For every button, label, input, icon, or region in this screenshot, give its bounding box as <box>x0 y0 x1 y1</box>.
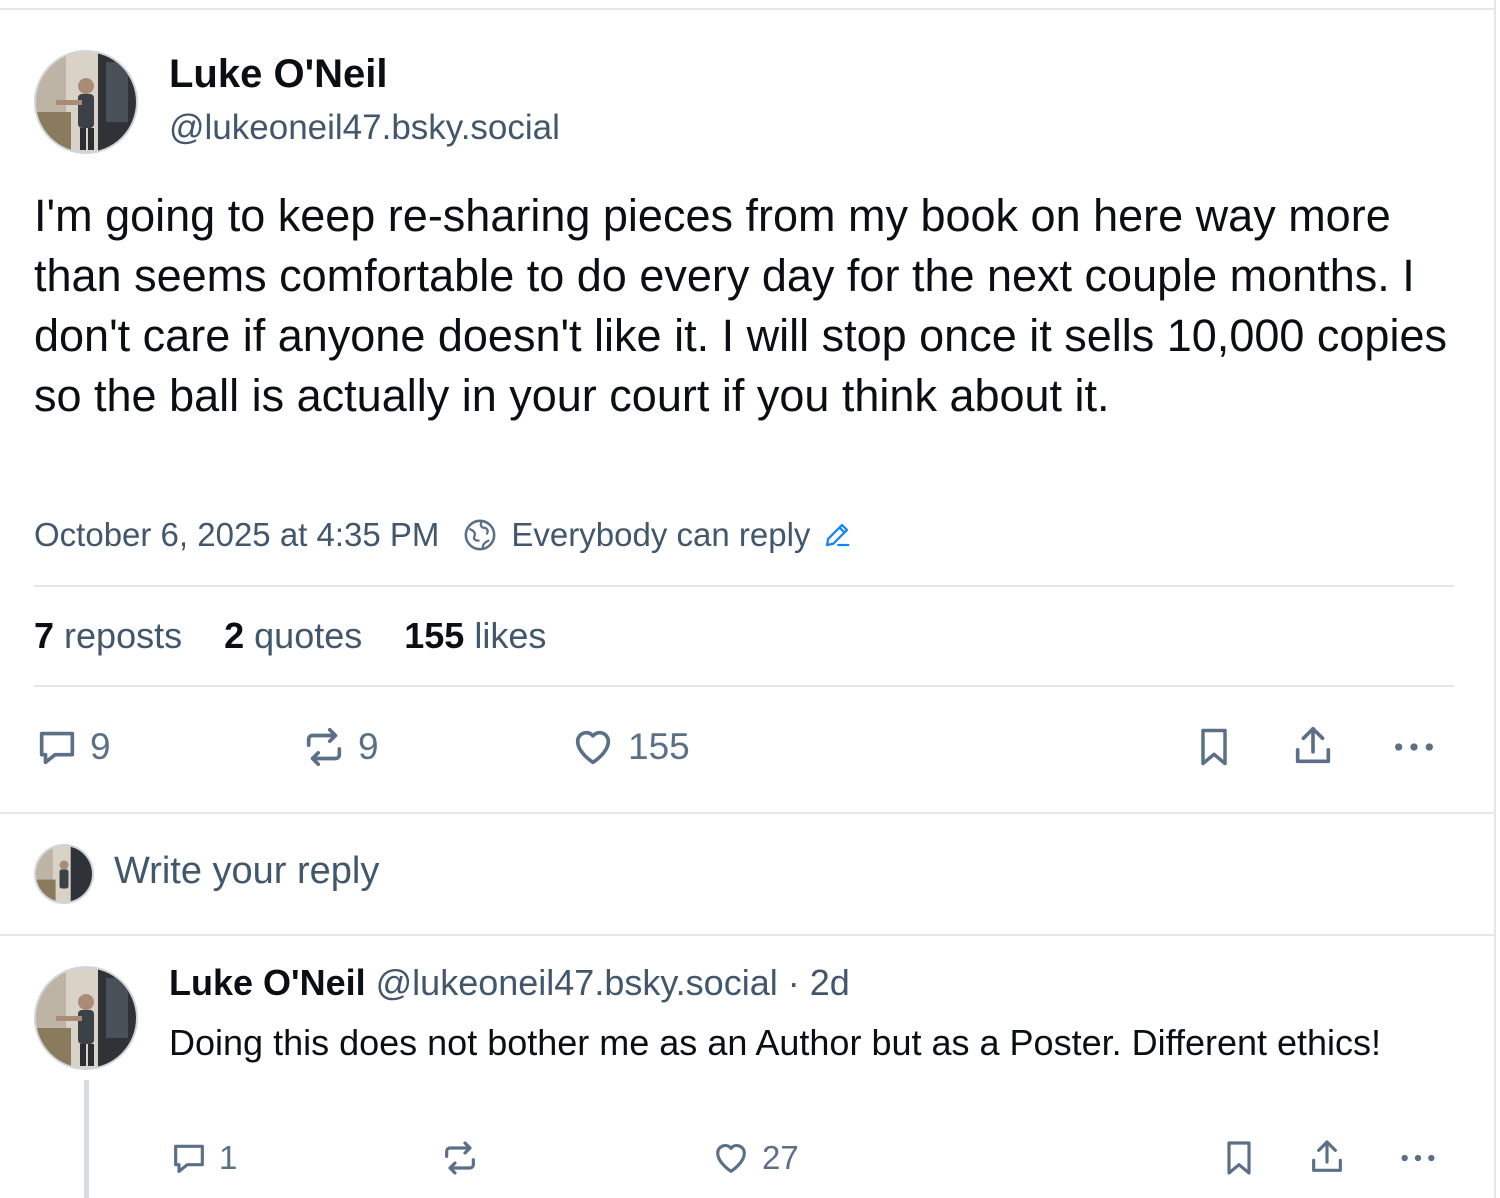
like-button[interactable]: 155 <box>568 724 690 770</box>
reply-author-name[interactable]: Luke O'Neil <box>169 962 366 1003</box>
heart-icon <box>716 1143 746 1173</box>
repost-count: 9 <box>358 726 379 767</box>
heart-icon <box>575 730 611 765</box>
post-text: I'm going to keep re-sharing pieces from… <box>34 190 1447 421</box>
stats-divider <box>34 685 1454 687</box>
likes-stat[interactable]: 155 likes <box>404 615 546 657</box>
reply-more-options-button[interactable] <box>1396 1138 1440 1178</box>
top-divider <box>0 8 1496 10</box>
like-count: 155 <box>628 726 690 767</box>
pencil-icon[interactable] <box>822 520 852 550</box>
post-thread-view: Luke O'Neil @lukeoneil47.bsky.social I'm… <box>0 0 1500 1198</box>
bookmark-icon <box>1201 728 1227 766</box>
repost-icon <box>306 727 342 767</box>
reply-icon <box>39 731 75 765</box>
reply-header: Luke O'Neil @lukeoneil47.bsky.social · 2… <box>169 962 850 1004</box>
quotes-stat[interactable]: 2 quotes <box>224 615 362 657</box>
share-icon <box>1312 1140 1342 1172</box>
reply-age[interactable]: 2d <box>810 962 850 1003</box>
reply-icon <box>174 1144 204 1173</box>
right-border <box>1494 0 1496 1198</box>
reply-reply-count: 1 <box>219 1139 238 1176</box>
meta-divider <box>34 585 1454 587</box>
avatar-photo <box>36 52 136 152</box>
ellipsis-icon <box>1401 1154 1435 1162</box>
post-stats: 7 reposts 2 quotes 155 likes <box>34 610 588 662</box>
thread-line <box>84 1080 89 1198</box>
repost-icon <box>445 1141 475 1175</box>
reply-reply-button[interactable]: 1 <box>169 1138 237 1178</box>
author-handle[interactable]: @lukeoneil47.bsky.social <box>169 108 560 148</box>
globe-icon <box>464 519 496 551</box>
bookmark-icon <box>1227 1141 1251 1175</box>
reply-input[interactable]: Write your reply <box>114 850 379 893</box>
reply-count: 9 <box>90 726 111 767</box>
avatar-photo <box>36 968 136 1068</box>
repost-button[interactable]: 9 <box>300 724 379 770</box>
reply-author-handle[interactable]: @lukeoneil47.bsky.social <box>376 962 778 1003</box>
post-timestamp[interactable]: October 6, 2025 at 4:35 PM <box>34 516 439 554</box>
reply-share-button[interactable] <box>1307 1136 1347 1178</box>
author-name[interactable]: Luke O'Neil <box>169 52 387 97</box>
avatar-photo <box>36 846 92 902</box>
more-options-button[interactable] <box>1389 724 1439 770</box>
reply-bookmark-button[interactable] <box>1219 1138 1259 1178</box>
share-icon <box>1295 726 1331 764</box>
post-meta: October 6, 2025 at 4:35 PM Everybody can… <box>34 512 852 558</box>
share-button[interactable] <box>1290 722 1336 770</box>
reply-author-avatar[interactable] <box>34 966 138 1070</box>
actions-divider <box>0 812 1496 814</box>
reply-setting-label[interactable]: Everybody can reply <box>511 516 810 554</box>
author-avatar[interactable] <box>34 50 138 154</box>
composer-divider <box>0 934 1496 936</box>
reply-repost-button[interactable] <box>440 1138 490 1178</box>
reply-button[interactable]: 9 <box>34 724 111 770</box>
reply-separator: · <box>787 962 800 1003</box>
reply-like-button[interactable]: 27 <box>710 1138 799 1178</box>
bookmark-button[interactable] <box>1192 724 1236 770</box>
ellipsis-icon <box>1395 743 1433 751</box>
composer-avatar <box>34 844 94 904</box>
reposts-stat[interactable]: 7 reposts <box>34 615 182 657</box>
reply-text: Doing this does not bother me as an Auth… <box>169 1022 1382 1063</box>
reply-like-count: 27 <box>762 1139 799 1176</box>
